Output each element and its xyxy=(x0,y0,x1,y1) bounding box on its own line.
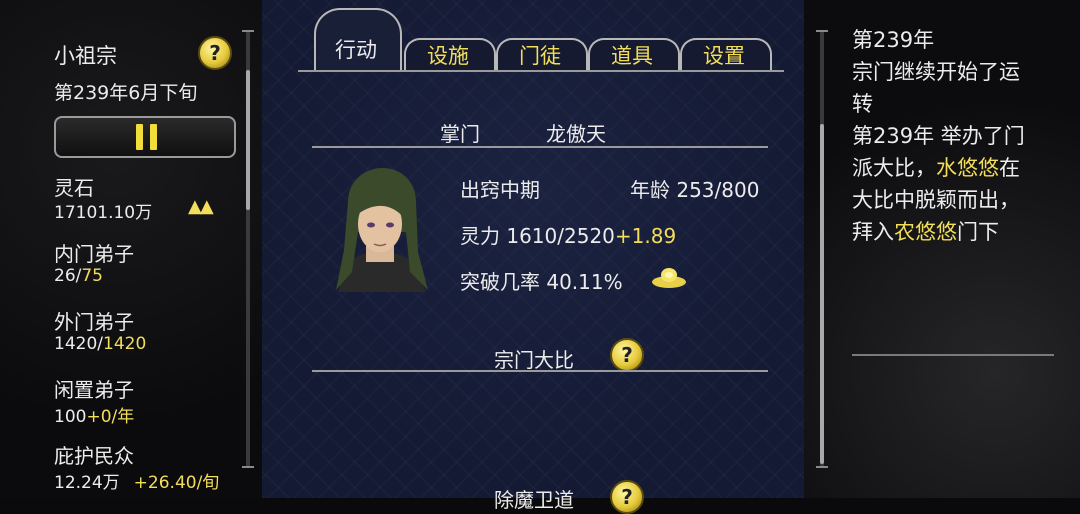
log-line: 大比中脱颖而出， xyxy=(852,184,1052,216)
pause-icon-bar-right xyxy=(150,124,157,150)
inner-disciples-label: 内门弟子 xyxy=(54,242,134,266)
tab-disciples[interactable]: 门徒 xyxy=(496,28,588,72)
tab-bar-line xyxy=(298,70,784,72)
log-text: 门下 xyxy=(957,220,999,244)
log-line: 第239年 xyxy=(852,24,1052,56)
tab-action-label: 行动 xyxy=(335,38,377,62)
log-line: 转 xyxy=(852,88,1052,120)
log-highlight-name[interactable]: 农悠悠 xyxy=(894,220,957,244)
log-text: 在 xyxy=(999,156,1020,180)
breakthrough-boost-icon[interactable] xyxy=(650,266,688,290)
idle-disciples-value: 100+0/年 xyxy=(54,407,135,427)
leader-breakthrough-chance: 突破几率 40.11% xyxy=(460,270,623,294)
tab-items[interactable]: 道具 xyxy=(588,28,680,72)
pause-button[interactable] xyxy=(54,116,236,158)
left-scrollbar[interactable] xyxy=(242,30,254,468)
log-line: 拜入农悠悠门下 xyxy=(852,216,1052,248)
log-text: 拜入 xyxy=(852,220,894,244)
spirit-stone-label: 灵石 xyxy=(54,176,94,200)
left-scrollbar-thumb[interactable] xyxy=(246,70,250,210)
log-divider xyxy=(852,354,1054,356)
leader-portrait-avatar[interactable] xyxy=(318,162,440,298)
tab-action[interactable]: 行动 xyxy=(314,8,402,72)
log-text: 第239年 xyxy=(852,28,935,52)
demon-slaying-help-button[interactable]: ? xyxy=(610,480,644,514)
log-text: 转 xyxy=(852,92,873,116)
leader-realm: 出窍中期 xyxy=(460,178,540,202)
tab-facilities[interactable]: 设施 xyxy=(404,28,496,72)
log-text: 第239年 举办了门 xyxy=(852,124,1025,148)
leader-title: 掌门 xyxy=(440,122,480,146)
log-line: 第239年 举办了门 xyxy=(852,120,1052,152)
log-scrollbar[interactable] xyxy=(816,30,828,468)
protected-people-label: 庇护民众 xyxy=(54,444,134,468)
tab-items-label: 道具 xyxy=(611,44,653,68)
game-date: 第239年6月下旬 xyxy=(54,82,198,104)
leader-age: 年龄 253/800 xyxy=(630,178,760,202)
log-scrollbar-thumb[interactable] xyxy=(820,124,824,464)
leader-name[interactable]: 龙傲天 xyxy=(546,118,606,147)
tournament-title: 宗门大比 xyxy=(494,348,574,372)
event-log: 第239年 宗门继续开始了运转第239年 举办了门 派大比，水悠悠在 大比中脱颖而出，… xyxy=(852,24,1052,248)
protected-people-value: 12.24万 +26.40/旬 xyxy=(54,473,220,493)
sect-name: 小祖宗 xyxy=(54,44,117,68)
log-text: 大比中脱颖而出， xyxy=(852,188,1020,212)
tournament-divider xyxy=(312,370,768,372)
tab-settings[interactable]: 设置 xyxy=(680,28,772,72)
log-text: 派大比， xyxy=(852,156,936,180)
log-line: 派大比，水悠悠在 xyxy=(852,152,1052,184)
log-highlight-name[interactable]: 水悠悠 xyxy=(936,156,999,180)
pause-icon-bar-left xyxy=(136,124,143,150)
inner-disciples-value: 26/75 xyxy=(54,266,103,286)
log-text: 宗门继续开始了运 xyxy=(852,60,1020,84)
tab-facilities-label: 设施 xyxy=(427,44,469,68)
sect-help-button[interactable]: ? xyxy=(198,36,232,70)
tab-settings-label: 设置 xyxy=(703,44,745,68)
outer-disciples-value: 1420/1420 xyxy=(54,334,147,354)
demon-slaying-title: 除魔卫道 xyxy=(494,488,574,512)
tournament-help-button[interactable]: ? xyxy=(610,338,644,372)
tab-disciples-label: 门徒 xyxy=(519,44,561,68)
leader-spiritual-power: 灵力 1610/2520+1.89 xyxy=(460,224,677,248)
outer-disciples-label: 外门弟子 xyxy=(54,310,134,334)
spirit-stone-up-arrows-icon: ▲▲ xyxy=(188,196,214,217)
leader-divider xyxy=(312,146,768,148)
spirit-stone-value: 17101.10万 xyxy=(54,203,153,223)
idle-disciples-label: 闲置弟子 xyxy=(54,378,134,402)
log-line: 宗门继续开始了运 xyxy=(852,56,1052,88)
